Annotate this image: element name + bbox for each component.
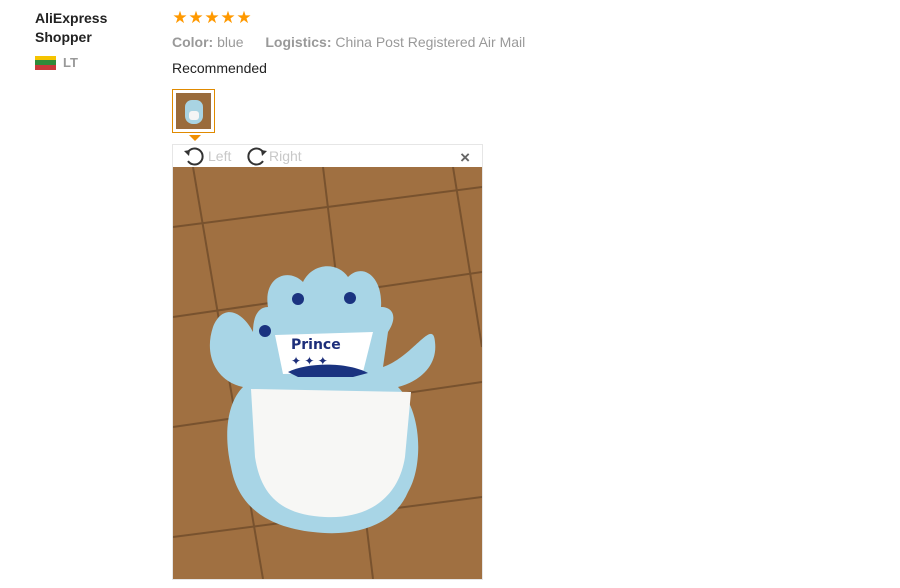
- logistics-label: Logistics:: [265, 34, 332, 50]
- lithuania-flag-icon: [35, 55, 56, 70]
- star-icon: ★: [236, 8, 252, 27]
- thumbnail-selected-caret: [189, 135, 201, 141]
- country-code: LT: [63, 55, 78, 70]
- close-viewer-button[interactable]: ×: [460, 149, 470, 166]
- rotate-left-label: Left: [208, 148, 232, 164]
- feedback-text: Recommended: [172, 60, 267, 76]
- viewer-toolbar: Left Right ×: [173, 145, 482, 167]
- star-icon: ★: [188, 8, 204, 27]
- photo-thumbnail[interactable]: [172, 89, 215, 133]
- rotate-right-button[interactable]: Right: [244, 146, 302, 166]
- order-attributes: Color: blue Logistics: China Post Regist…: [172, 34, 872, 50]
- star-icon: ★: [220, 8, 236, 27]
- color-value: blue: [217, 34, 244, 50]
- reviewer-name: AliExpress Shopper: [35, 10, 108, 45]
- photo-viewer: Left Right × Prince ✦ ✦ ✦: [172, 144, 483, 580]
- star-icon: ★: [172, 8, 188, 27]
- rotate-right-label: Right: [269, 148, 302, 164]
- review-body: ★ ★ ★ ★ ★ Color: blue Logistics: China P…: [172, 9, 872, 77]
- star-icon: ★: [204, 8, 220, 27]
- reviewer-country: LT: [35, 55, 165, 70]
- rotate-left-icon: [184, 147, 204, 166]
- logistics-value: China Post Registered Air Mail: [335, 34, 526, 50]
- star-rating: ★ ★ ★ ★ ★: [172, 9, 872, 27]
- review-photo: Prince ✦ ✦ ✦: [173, 167, 482, 579]
- thumbnail-image: [176, 93, 211, 129]
- rotate-right-icon: [247, 147, 267, 166]
- prince-print: Prince: [291, 337, 341, 353]
- reviewer-info: AliExpress Shopper LT: [35, 9, 165, 70]
- photo-image: Prince ✦ ✦ ✦: [173, 167, 482, 579]
- color-label: Color:: [172, 34, 214, 50]
- rotate-left-button[interactable]: Left: [183, 146, 231, 166]
